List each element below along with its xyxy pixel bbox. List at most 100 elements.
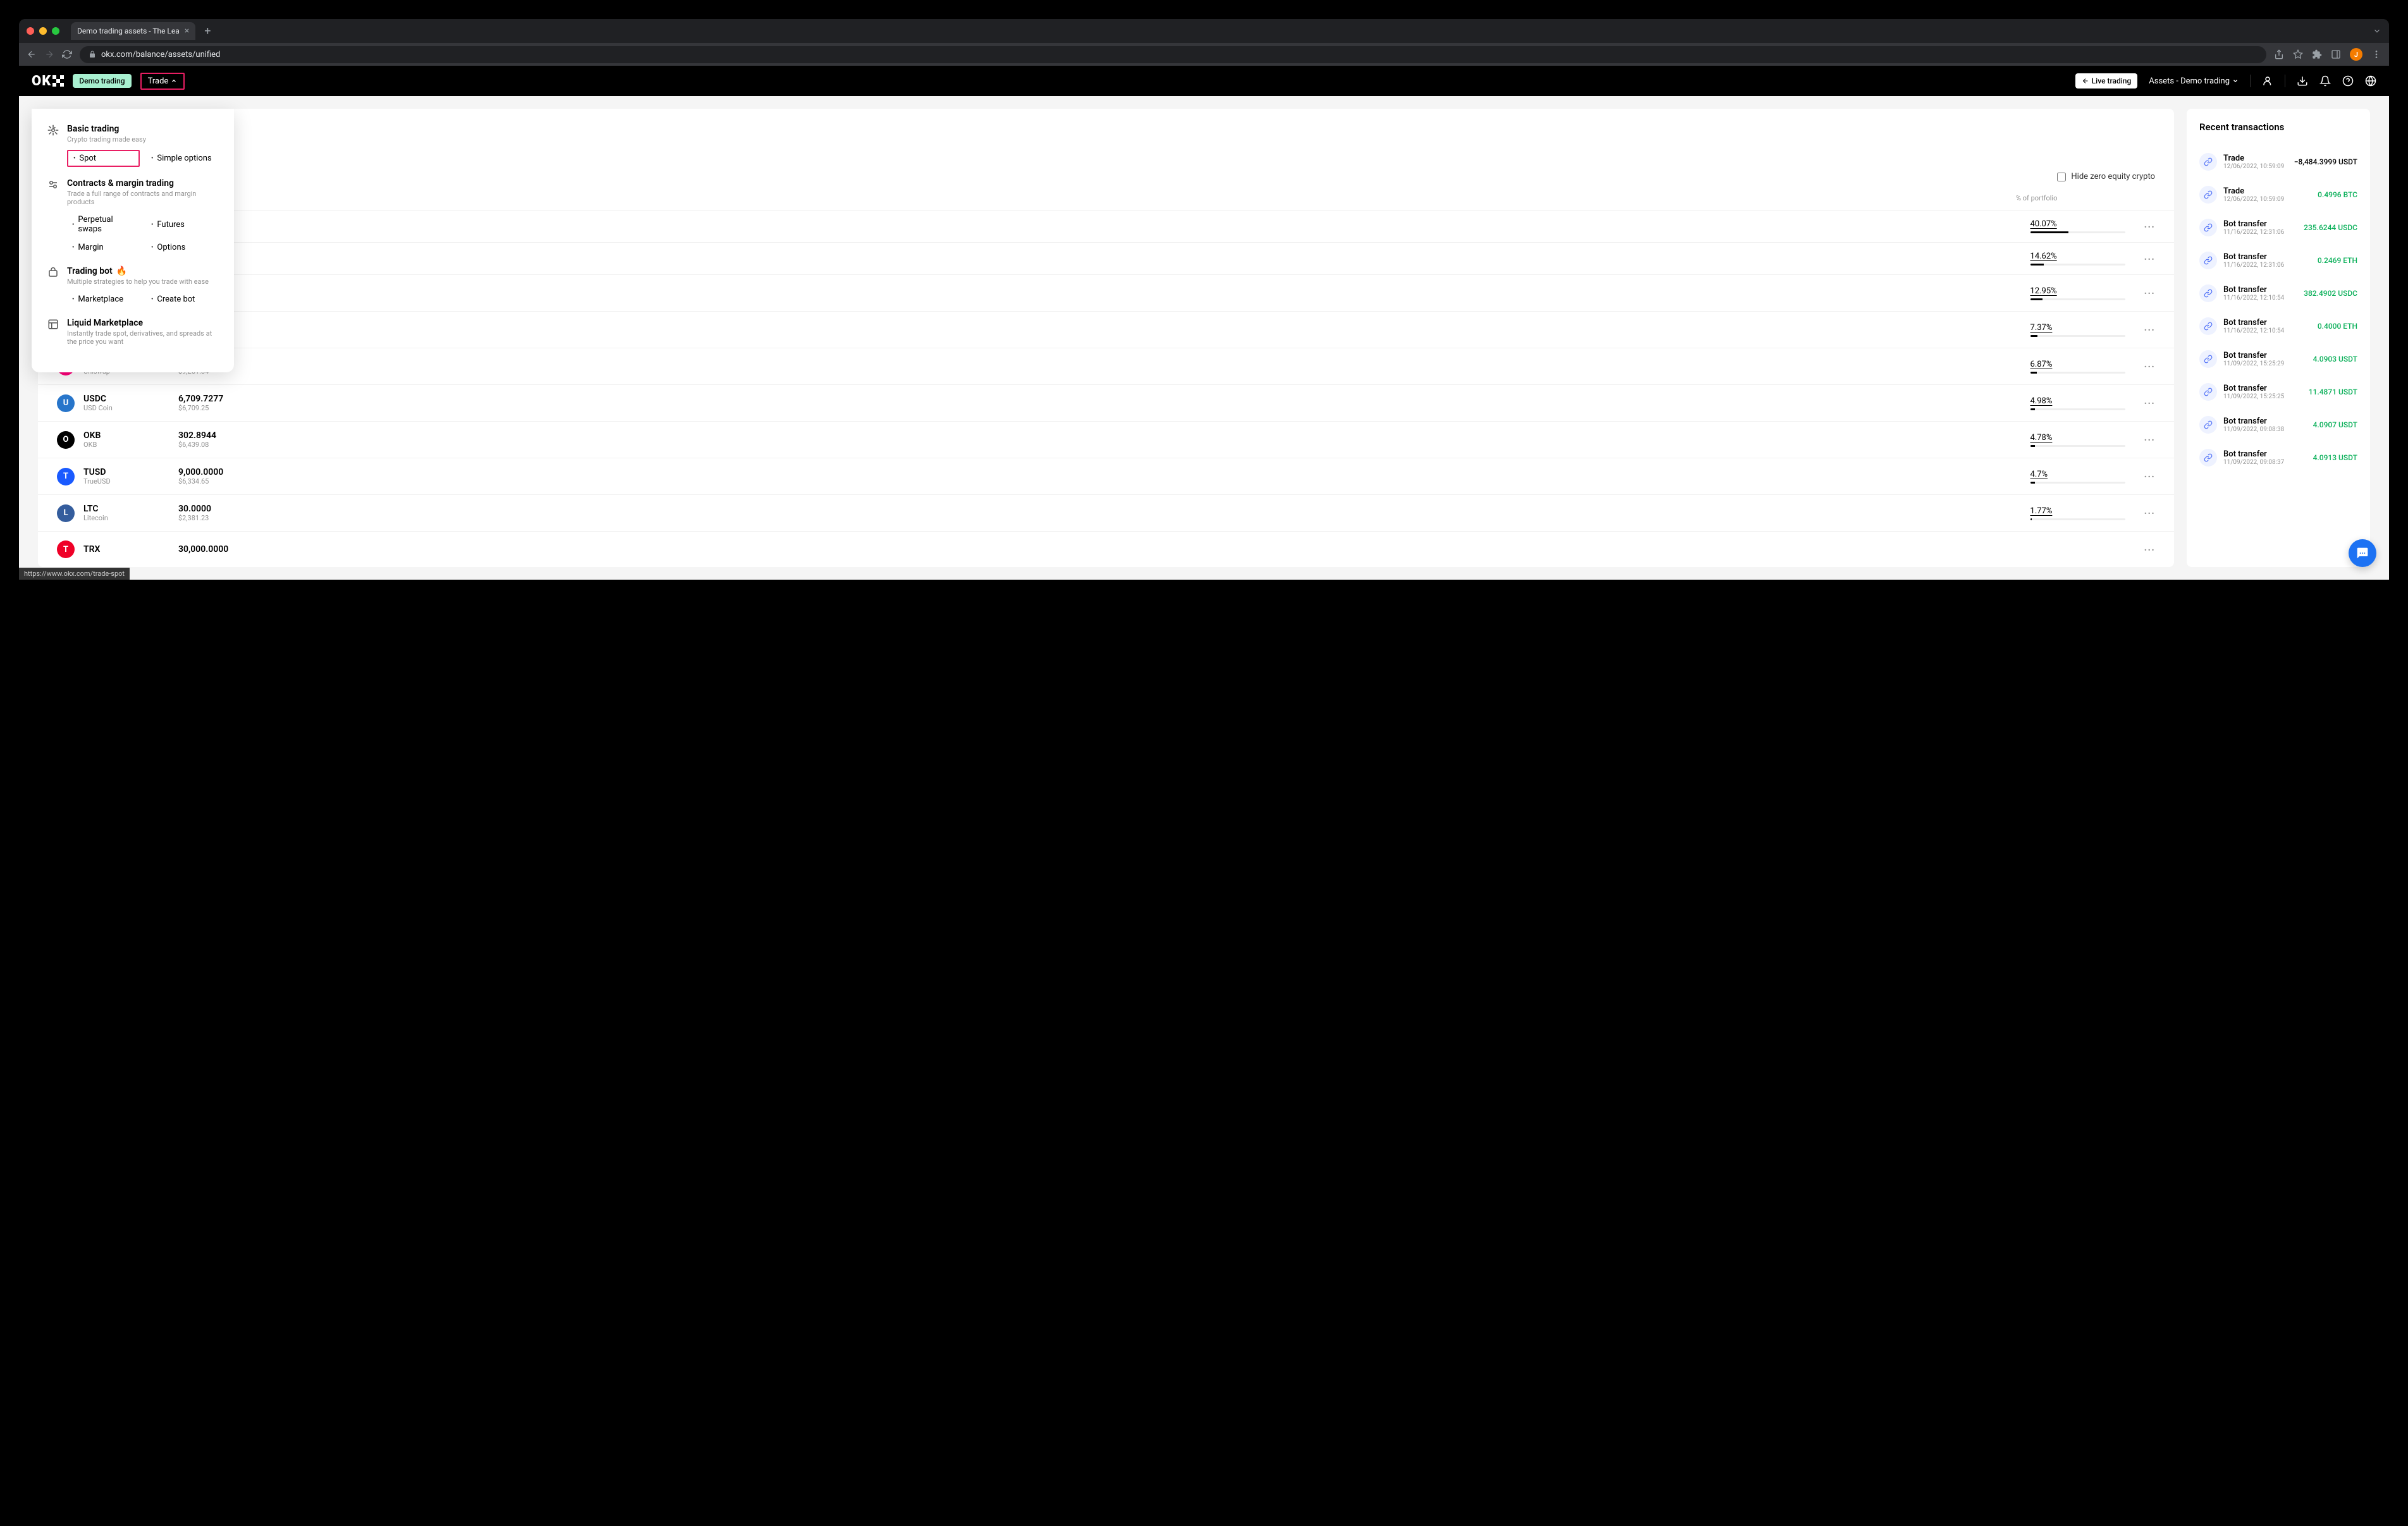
maximize-window-icon[interactable] — [52, 27, 59, 35]
transaction-row[interactable]: Bot transfer 11/09/2022, 15:25:29 4.0903… — [2199, 343, 2357, 375]
asset-row[interactable]: J JFI 300.0000 $9,926.29 7.37% ··· — [38, 311, 2174, 348]
more-icon[interactable]: ··· — [2144, 253, 2155, 265]
download-icon[interactable] — [2297, 75, 2308, 87]
forward-icon[interactable] — [44, 49, 54, 59]
transaction-info: Bot transfer 11/16/2022, 12:31:06 — [2223, 219, 2297, 236]
reload-icon[interactable] — [62, 49, 72, 59]
transaction-row[interactable]: Bot transfer 11/16/2022, 12:10:54 0.4000… — [2199, 310, 2357, 343]
new-tab-button[interactable]: + — [200, 25, 214, 38]
close-window-icon[interactable] — [27, 27, 34, 35]
asset-row[interactable]: T TRX 30,000.0000 ··· — [38, 531, 2174, 567]
hide-zero-toggle[interactable]: Hide zero equity crypto — [2057, 172, 2155, 181]
demo-trading-badge[interactable]: Demo trading — [73, 74, 131, 88]
transaction-row[interactable]: Trade 12/06/2022, 10:59:09 0.4996 BTC — [2199, 178, 2357, 211]
asset-pct: 1.77% — [2030, 506, 2144, 520]
asset-name: OKB OKB — [83, 430, 178, 449]
menu-section-title[interactable]: Basic trading — [67, 124, 146, 134]
chat-button[interactable] — [2349, 539, 2376, 567]
profile-avatar[interactable]: J — [2350, 48, 2362, 61]
asset-icon: L — [57, 504, 75, 522]
tab-dropdown-icon[interactable] — [2373, 27, 2381, 35]
menu-item-futures[interactable]: Futures — [146, 212, 219, 236]
hide-zero-checkbox[interactable] — [2057, 173, 2066, 181]
asset-amount: 9,000.0000 $6,334.65 — [178, 467, 273, 485]
more-icon[interactable]: ··· — [2144, 470, 2155, 482]
panel-icon[interactable] — [2331, 49, 2341, 59]
share-icon[interactable] — [2274, 49, 2284, 59]
minimize-window-icon[interactable] — [39, 27, 47, 35]
user-icon[interactable] — [2262, 75, 2273, 87]
asset-row[interactable]: L LTC Litecoin 30.0000 $2,381.23 1.77% ·… — [38, 494, 2174, 531]
link-icon — [2199, 186, 2217, 204]
menu-item-options[interactable]: Options — [146, 240, 219, 255]
menu-icon[interactable] — [2371, 49, 2381, 59]
asset-row[interactable]: U USDT Tether 17,445.5412 $17,444.31 12.… — [38, 274, 2174, 311]
asset-row[interactable]: 14.62% ··· — [38, 242, 2174, 274]
transaction-info: Bot transfer 11/09/2022, 15:25:25 — [2223, 384, 2302, 400]
asset-name: TRX — [83, 544, 178, 554]
live-trading-button[interactable]: Live trading — [2075, 73, 2138, 89]
transaction-row[interactable]: Bot transfer 11/16/2022, 12:10:54 382.49… — [2199, 277, 2357, 310]
menu-item-spot[interactable]: Spot — [67, 150, 140, 167]
transaction-amount: 11.4871 USDT — [2309, 388, 2357, 396]
menu-item-margin[interactable]: Margin — [67, 240, 140, 255]
more-icon[interactable]: ··· — [2144, 544, 2155, 556]
asset-row[interactable]: 40.07% ··· — [38, 210, 2174, 242]
menu-item-simple-options[interactable]: Simple options — [146, 150, 219, 167]
trade-dropdown-button[interactable]: Trade — [140, 73, 185, 90]
more-icon[interactable]: ··· — [2144, 221, 2155, 233]
transaction-row[interactable]: Trade 12/06/2022, 10:59:09 −8,484.3999 U… — [2199, 145, 2357, 178]
back-icon[interactable] — [27, 49, 37, 59]
chevron-up-icon — [171, 78, 177, 84]
close-tab-icon[interactable]: × — [185, 26, 189, 36]
menu-section-subtitle: Multiple strategies to help you trade wi… — [67, 278, 209, 286]
globe-icon[interactable] — [2365, 75, 2376, 87]
more-icon[interactable]: ··· — [2144, 287, 2155, 299]
menu-item-create-bot[interactable]: Create bot — [146, 292, 219, 307]
chat-icon — [2356, 547, 2369, 559]
link-icon — [2199, 153, 2217, 171]
menu-section-title[interactable]: Contracts & margin trading — [67, 178, 219, 188]
link-icon — [2199, 219, 2217, 236]
menu-section-title[interactable]: Trading bot 🔥 — [67, 266, 209, 276]
transaction-row[interactable]: Bot transfer 11/09/2022, 15:25:25 11.487… — [2199, 375, 2357, 408]
asset-row[interactable]: O OKB OKB 302.8944 $6,439.08 4.78% ··· — [38, 421, 2174, 458]
help-icon[interactable] — [2342, 75, 2354, 87]
more-icon[interactable]: ··· — [2144, 324, 2155, 336]
asset-pct: 6.87% — [2030, 360, 2144, 374]
asset-name: USDC USD Coin — [83, 394, 178, 412]
transaction-amount: 0.4000 ETH — [2318, 322, 2357, 331]
transaction-row[interactable]: Bot transfer 11/09/2022, 09:08:38 4.0907… — [2199, 408, 2357, 441]
transaction-row[interactable]: Bot transfer 11/09/2022, 09:08:37 4.0913… — [2199, 441, 2357, 474]
menu-section-icon — [47, 266, 59, 279]
link-icon — [2199, 416, 2217, 434]
menu-item-marketplace[interactable]: Marketplace — [67, 292, 140, 307]
url-field[interactable]: okx.com/balance/assets/unified — [80, 46, 2266, 63]
menu-item-perpetual-swaps[interactable]: Perpetual swaps — [67, 212, 140, 236]
menu-section-title[interactable]: Liquid Marketplace — [67, 318, 219, 328]
browser-tab[interactable]: Demo trading assets - The Lea × — [71, 22, 195, 40]
asset-row[interactable]: T TUSD TrueUSD 9,000.0000 $6,334.65 4.7%… — [38, 458, 2174, 494]
asset-row[interactable]: U UNI Uniswap 1,500.0000 $9,251.34 6.87%… — [38, 348, 2174, 384]
bookmark-icon[interactable] — [2293, 49, 2303, 59]
transaction-row[interactable]: Bot transfer 11/16/2022, 12:31:06 0.2469… — [2199, 244, 2357, 277]
menu-section-subtitle: Crypto trading made easy — [67, 135, 146, 143]
asset-pct: 40.07% — [2030, 219, 2144, 233]
bell-icon[interactable] — [2319, 75, 2331, 87]
asset-row[interactable]: U USDC USD Coin 6,709.7277 $6,709.25 4.9… — [38, 384, 2174, 421]
transaction-amount: 4.0907 USDT — [2313, 420, 2357, 429]
transaction-row[interactable]: Bot transfer 11/16/2022, 12:31:06 235.62… — [2199, 211, 2357, 244]
window-controls — [27, 27, 59, 35]
okx-logo[interactable]: OK — [32, 73, 64, 89]
extensions-icon[interactable] — [2312, 49, 2322, 59]
transaction-info: Bot transfer 11/09/2022, 09:08:37 — [2223, 449, 2307, 466]
transaction-amount: 0.2469 ETH — [2318, 256, 2357, 265]
more-icon[interactable]: ··· — [2144, 397, 2155, 409]
transaction-amount: 235.6244 USDC — [2304, 223, 2357, 232]
more-icon[interactable]: ··· — [2144, 434, 2155, 446]
more-icon[interactable]: ··· — [2144, 507, 2155, 519]
menu-section-subtitle: Trade a full range of contracts and marg… — [67, 190, 219, 206]
assets-dropdown[interactable]: Assets - Demo trading — [2149, 76, 2239, 86]
more-icon[interactable]: ··· — [2144, 360, 2155, 372]
asset-icon: U — [57, 394, 75, 412]
